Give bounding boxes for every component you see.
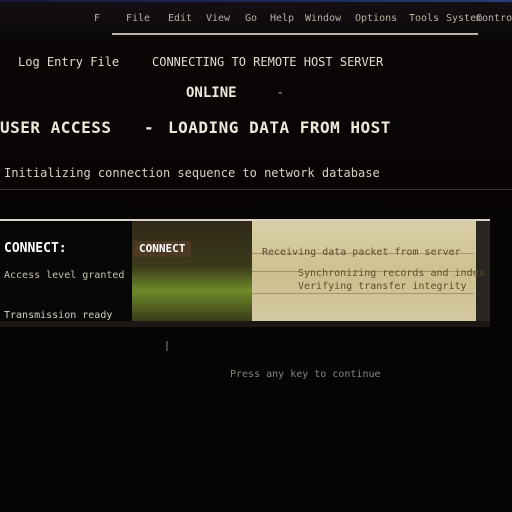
title-dash: - xyxy=(276,85,285,101)
menu-item[interactable]: Edit xyxy=(168,10,192,28)
menu-item[interactable]: Help xyxy=(270,10,294,28)
access-status: Access level granted xyxy=(4,270,125,281)
menu-item[interactable]: View xyxy=(206,10,230,28)
online-label: ONLINE xyxy=(186,85,237,101)
panel-rule xyxy=(252,293,474,294)
headline-left: USER ACCESS xyxy=(0,118,112,137)
menu-item[interactable]: File xyxy=(126,10,150,28)
footer-hint: Press any key to continue xyxy=(230,369,381,380)
menu-strip: F File Edit View Go Help Window Options … xyxy=(0,10,512,28)
menu-item[interactable]: Go xyxy=(245,10,257,28)
panel-middle xyxy=(132,221,252,321)
top-edge xyxy=(0,0,512,2)
headline-right: LOADING DATA FROM HOST xyxy=(168,118,391,137)
panel-text: Synchronizing records and index xyxy=(298,268,485,279)
menu-item[interactable]: Control xyxy=(476,10,512,28)
divider xyxy=(0,189,512,190)
connect-button[interactable]: CONNECT xyxy=(133,241,192,257)
menu-item[interactable]: Window xyxy=(305,10,341,28)
menu-item[interactable]: Tools xyxy=(409,10,439,28)
menu-item[interactable]: Options xyxy=(355,10,397,28)
cursor-icon xyxy=(166,341,168,351)
menu-item[interactable]: F xyxy=(94,10,100,28)
terminal-screen: F File Edit View Go Help Window Options … xyxy=(0,0,512,512)
menu-underline xyxy=(112,33,478,35)
log-entry-label: Log Entry File xyxy=(18,55,120,69)
headline-separator: - xyxy=(144,118,155,137)
connect-key-label: CONNECT: xyxy=(4,241,67,256)
subline-text: Initializing connection sequence to netw… xyxy=(4,166,380,180)
panel-text: Receiving data packet from server xyxy=(262,247,461,258)
status-label: CONNECTING TO REMOTE HOST SERVER xyxy=(152,55,384,69)
transmission-status: Transmission ready xyxy=(4,310,113,321)
panel-text: Verifying transfer integrity xyxy=(298,281,467,292)
